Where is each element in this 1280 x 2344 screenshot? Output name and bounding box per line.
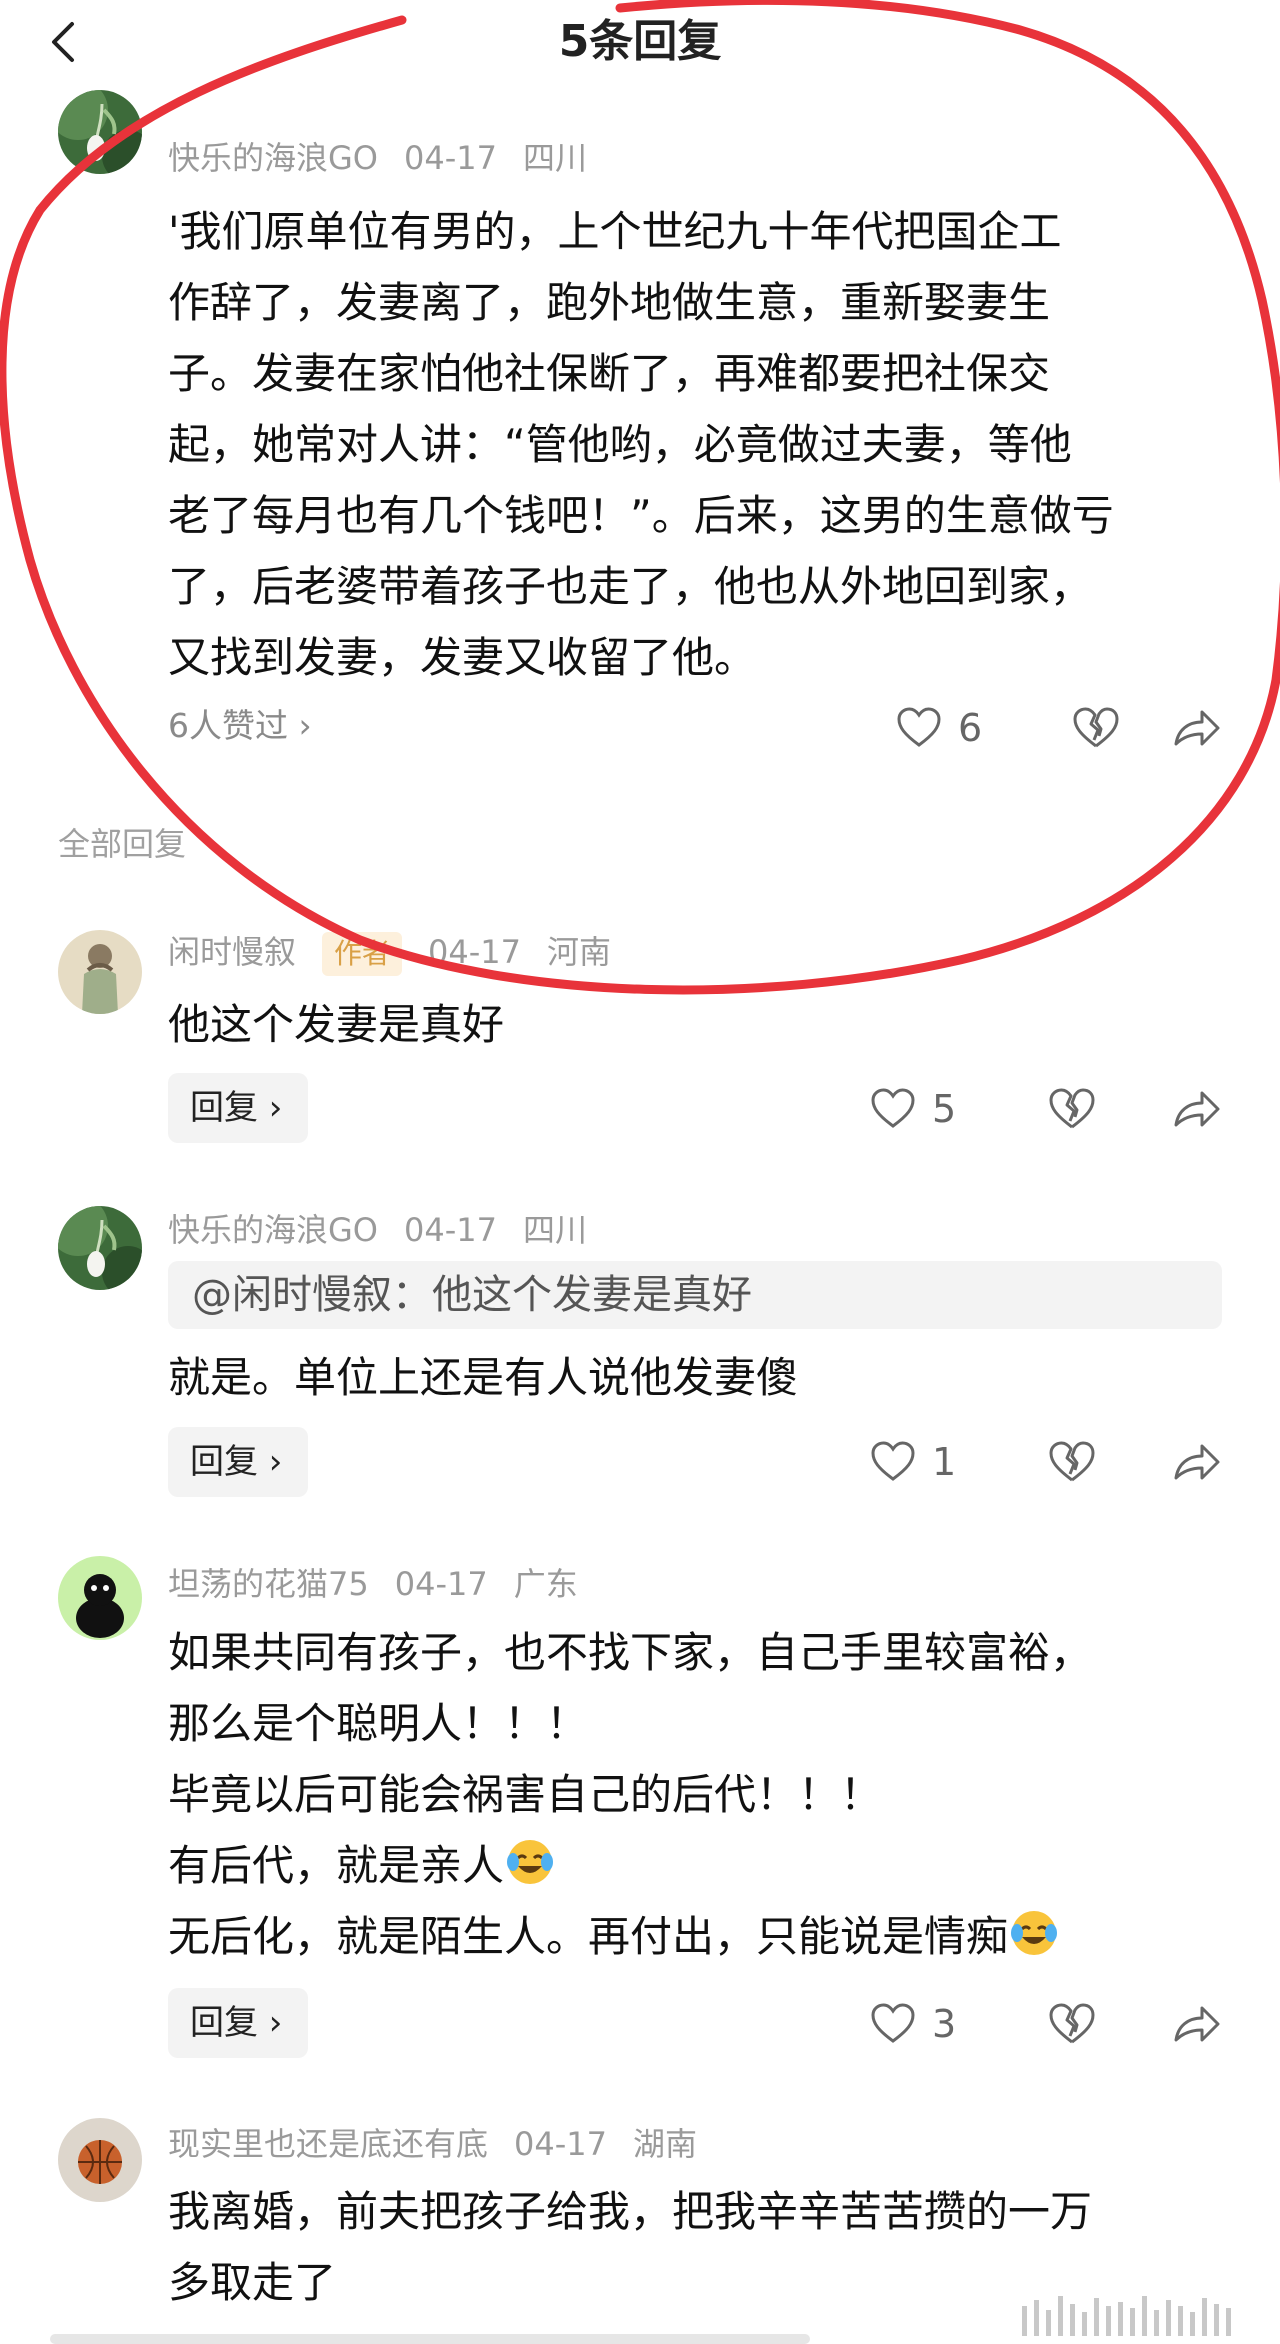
broken-heart-icon xyxy=(1049,1441,1095,1482)
broken-heart-icon xyxy=(1049,2003,1095,2044)
text-line: 我离婚，前夫把孩子给我，把我辛辛苦苦攒的一万 xyxy=(168,2187,1093,2236)
username[interactable]: 现实里也还是底还有底 xyxy=(168,2125,488,2163)
comment-meta: 快乐的海浪GO 04-17 四川 xyxy=(168,1208,613,1252)
broken-heart-icon xyxy=(1049,1088,1095,1129)
heart-icon xyxy=(897,707,941,747)
comment-date: 04-17 xyxy=(404,139,497,177)
like-count: 3 xyxy=(932,2002,957,2046)
avatar[interactable] xyxy=(58,2118,142,2202)
comment-meta: 快乐的海浪GO 04-17 四川 xyxy=(168,136,613,180)
username[interactable]: 快乐的海浪GO xyxy=(168,1211,378,1249)
text-line: '我们原单位有男的，上个世纪九十年代把国企工 xyxy=(168,207,1062,256)
comment-date: 04-17 xyxy=(394,1565,488,1603)
comment-date: 04-17 xyxy=(514,2125,607,2163)
text-segment: 无后化，就是陌生人。再付出，只能说是情痴 xyxy=(168,1912,1009,1961)
text-line-with-emoji: 无后化，就是陌生人。再付出，只能说是情痴 xyxy=(168,1901,1228,1972)
share-button[interactable] xyxy=(1168,1996,1224,2052)
comment-meta: 现实里也还是底还有底 04-17 湖南 xyxy=(168,2122,723,2166)
like-count: 5 xyxy=(932,1087,957,1131)
comment-location: 四川 xyxy=(522,139,587,177)
text-line: 就是。单位上还是有人说他发妻傻 xyxy=(168,1353,799,1402)
dislike-button[interactable] xyxy=(1044,1081,1100,1137)
text-line: 作辞了，发妻离了，跑外地做生意，重新娶妻生 xyxy=(168,278,1051,327)
avatar-figure-image xyxy=(58,930,142,1014)
text-segment: 有后代，就是亲人 xyxy=(168,1841,505,1890)
text-line: 那么是个聪明人！！！ xyxy=(168,1699,589,1748)
dislike-button[interactable] xyxy=(1044,1434,1100,1490)
username[interactable]: 闲时慢叙 xyxy=(168,933,296,971)
page-title: 5条回复 xyxy=(558,16,722,67)
section-label: 全部回复 xyxy=(58,825,187,863)
heart-icon xyxy=(871,1441,915,1481)
avatar-penguin-image xyxy=(58,1556,142,1640)
comment-date: 04-17 xyxy=(428,933,522,971)
avatar-basketball-image xyxy=(58,2118,142,2202)
comment-meta: 坦荡的花猫75 04-17 广东 xyxy=(168,1562,604,1606)
broken-heart-icon xyxy=(1073,707,1119,748)
text-line: 了，后老婆带着孩子也走了，他也从外地回到家， xyxy=(168,562,1093,611)
laughing-crying-emoji-icon xyxy=(507,1840,554,1884)
comment-text: 就是。单位上还是有人说他发妻傻 xyxy=(168,1342,1228,1413)
scroll-indicator xyxy=(50,2334,810,2344)
comment-location: 广东 xyxy=(513,1565,578,1603)
author-badge: 作者 xyxy=(322,932,403,976)
like-button[interactable]: 3 xyxy=(868,1996,956,2052)
heart-icon xyxy=(871,2003,915,2043)
like-button[interactable]: 5 xyxy=(868,1081,956,1137)
reply-button[interactable]: 回复 › xyxy=(168,1988,308,2058)
dislike-button[interactable] xyxy=(1068,700,1124,756)
share-icon xyxy=(1174,1444,1220,1480)
laughing-crying-emoji-icon xyxy=(1011,1911,1058,1955)
comment-date: 04-17 xyxy=(404,1211,497,1249)
share-icon xyxy=(1174,1091,1220,1127)
like-count: 6 xyxy=(958,706,983,750)
reply-button[interactable]: 回复 › xyxy=(168,1073,308,1143)
quoted-comment[interactable]: @闲时慢叙：他这个发妻是真好 xyxy=(168,1261,1222,1329)
text-line: 起，她常对人讲：“管他哟，必竟做过夫妻，等他 xyxy=(168,420,1072,469)
text-line: 又找到发妻，发妻又收留了他。 xyxy=(168,633,757,682)
likers-link[interactable]: 6人赞过 › xyxy=(168,704,312,748)
comment-location: 河南 xyxy=(547,933,612,971)
reply-button[interactable]: 回复 › xyxy=(168,1427,308,1497)
top-bar: 5条回复 xyxy=(0,0,1280,84)
share-icon xyxy=(1174,2006,1220,2042)
comment-location: 四川 xyxy=(522,1211,587,1249)
share-button[interactable] xyxy=(1168,1081,1224,1137)
share-button[interactable] xyxy=(1168,700,1224,756)
like-button[interactable]: 1 xyxy=(868,1434,956,1490)
avatar[interactable] xyxy=(58,930,142,1014)
avatar-snowdrop-image xyxy=(58,1206,142,1290)
text-line: 子。发妻在家怕他社保断了，再难都要把社保交 xyxy=(168,349,1051,398)
comment-meta: 闲时慢叙 作者 04-17 河南 xyxy=(168,930,637,976)
share-icon xyxy=(1174,710,1220,746)
avatar[interactable] xyxy=(58,1556,142,1640)
watermark-bars xyxy=(1022,2292,1252,2336)
comment-text: '我们原单位有男的，上个世纪九十年代把国企工 作辞了，发妻离了，跑外地做生意，重… xyxy=(168,196,1228,693)
avatar[interactable] xyxy=(58,90,142,174)
text-line: 他这个发妻是真好 xyxy=(168,1000,505,1049)
text-line: 如果共同有孩子，也不找下家，自己手里较富裕， xyxy=(168,1628,1093,1677)
share-button[interactable] xyxy=(1168,1434,1224,1490)
text-line: 毕竟以后可能会祸害自己的后代！！！ xyxy=(168,1770,883,1819)
like-count: 1 xyxy=(932,1440,957,1484)
avatar-snowdrop-image xyxy=(58,90,142,174)
comment-text: 他这个发妻是真好 xyxy=(168,989,1228,1060)
heart-icon xyxy=(871,1088,915,1128)
comment-text: 如果共同有孩子，也不找下家，自己手里较富裕， 那么是个聪明人！！！ 毕竟以后可能… xyxy=(168,1617,1228,1972)
comment-location: 湖南 xyxy=(633,2125,698,2163)
username[interactable]: 坦荡的花猫75 xyxy=(168,1565,369,1603)
text-line-with-emoji: 有后代，就是亲人 xyxy=(168,1830,1228,1901)
text-line: 老了每月也有几个钱吧！”。后来，这男的生意做亏 xyxy=(168,491,1114,540)
username[interactable]: 快乐的海浪GO xyxy=(168,139,378,177)
like-button[interactable]: 6 xyxy=(894,700,982,756)
avatar[interactable] xyxy=(58,1206,142,1290)
dislike-button[interactable] xyxy=(1044,1996,1100,2052)
